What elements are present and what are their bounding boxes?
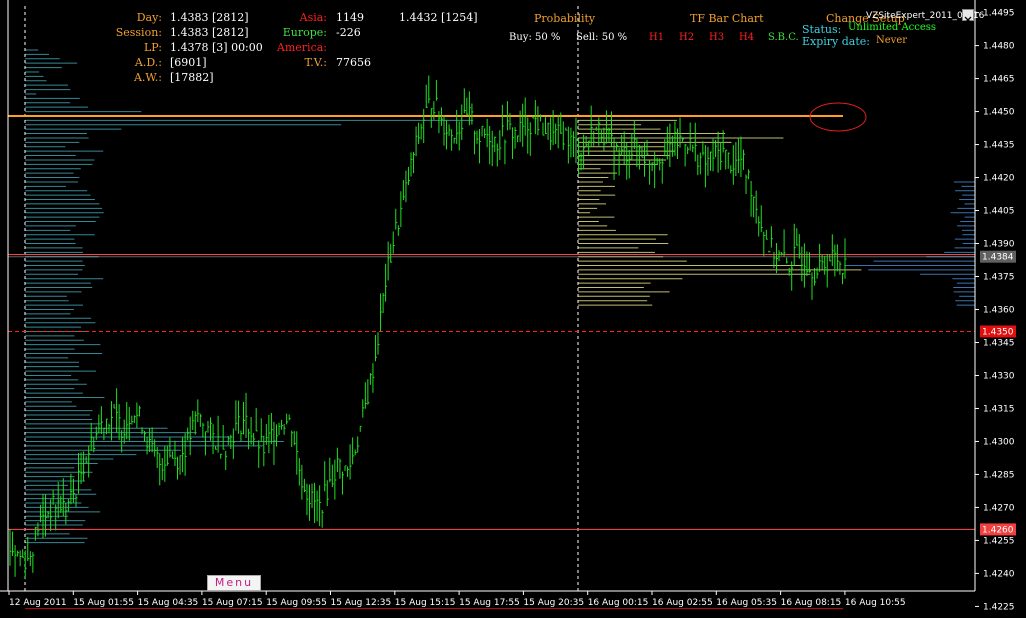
day-label: Day: [136,11,162,24]
lp-label: LP: [143,41,162,54]
current-price-label: 1.4384 [982,253,1014,263]
aw-label: A.W.: [133,71,162,84]
menu-button[interactable]: Menu [207,575,261,591]
price-chart: 1.43501.42601.4384 1.44951.44801.44651.4… [0,0,1016,612]
expiry-value: Never [876,35,908,46]
y-tick-label: 1.4285 [983,470,1015,480]
y-tick-label: 1.4240 [983,569,1015,579]
tf-button-h4[interactable]: H4 [739,31,754,44]
price-axis: 1.4495 1.4480 1.4465 1.4450 1.4435 1.4420 1.44… [0,0,1015,612]
y-tick-label: 1.4360 [983,305,1015,315]
time-axis: 12 Aug 2011 15 Aug 01:55 15 Aug 04:35 15 Au… [8,591,906,608]
probability-title: Probability [534,12,596,25]
y-tick-label: 1.4255 [983,536,1015,546]
y-tick-label: 1.4315 [983,404,1015,414]
asia-label: Asia: [299,11,327,24]
session-value: 1.4383 [2812] [170,26,249,39]
y-tick-label: 1.4450 [983,108,1015,118]
y-tick-label: 1.4390 [983,240,1015,250]
x-tick-label: 15 Aug 12:35 [331,598,392,608]
x-tick-label: 15 Aug 07:15 [202,598,263,608]
highlight-ellipse [809,102,867,132]
y-tick-label: 1.4300 [983,437,1015,447]
price-levels: 1.4350 1.4260 1.4384 [8,114,1016,610]
europe-label: Europe: [282,26,327,39]
x-tick-label: 15 Aug 20:35 [523,598,584,608]
x-tick-label: 15 Aug 01:55 [73,598,134,608]
y-tick-label: 1.4465 [983,75,1015,85]
ad-value: [6901] [170,56,207,69]
y-tick-label: 1.4375 [983,273,1015,283]
chart-window: 1.4350 1.4260 1.4384 1.4495 1.4480 1.4465 1.4… [0,0,1026,614]
y-tick-label: 1.4345 [983,338,1015,348]
x-tick-label: 16 Aug 08:15 [781,598,842,608]
buy-probability: Buy: 50 % [509,32,561,43]
y-tick-label: 1.4405 [983,207,1015,217]
europe-value: -226 [336,26,361,39]
ad-label: A.D.: [134,56,162,69]
session-separators [24,6,579,591]
america-label: America: [276,41,327,54]
y-tick-label: 1.4270 [983,503,1015,513]
price-level-label: 1.4260 [982,525,1014,535]
volume-profiles [25,49,975,544]
tf-button-sbc[interactable]: S.B.C. [768,31,799,44]
y-tick-label: 1.4480 [983,42,1015,52]
x-tick-label: 15 Aug 17:55 [459,598,520,608]
close-icon[interactable] [962,9,974,24]
sell-probability: Sell: 50 % [576,32,628,43]
price-level-label: 1.4350 [982,327,1014,337]
tf-button-h1[interactable]: H1 [649,31,664,44]
x-tick-label: 15 Aug 15:15 [395,598,456,608]
tf-button-h3[interactable]: H3 [709,31,724,44]
x-tick-label: 15 Aug 04:35 [138,598,199,608]
tf-button-h2[interactable]: H2 [679,31,694,44]
y-tick-label: 1.4435 [983,141,1015,151]
aw-value: [17882] [170,71,214,84]
x-tick-label: 12 Aug 2011 [9,598,67,608]
y-tick-label: 1.4495 [983,9,1015,19]
x-tick-label: 15 Aug 09:55 [266,598,327,608]
day-value: 1.4383 [2812] [170,11,249,24]
asia-value: 1149 [336,11,364,24]
y-tick-label: 1.4330 [983,371,1015,381]
x-tick-label: 16 Aug 00:15 [588,598,649,608]
tf-bar-chart-title: TF Bar Chart [690,12,764,25]
x-tick-label: 16 Aug 02:55 [652,598,713,608]
y-tick-label: 1.4420 [983,174,1015,184]
tv-value: 77656 [336,56,371,69]
expiry-label: Expiry date: [802,35,870,48]
status-value: Unlimited Access [848,22,937,33]
lp-value: 1.4378 [3] 00:00 [170,41,263,54]
asia-extra: 1.4432 [1254] [399,11,478,24]
y-tick-label: 1.4225 [983,602,1015,612]
x-tick-label: 16 Aug 05:35 [716,598,777,608]
x-tick-label: 16 Aug 10:55 [845,598,906,608]
session-label: Session: [115,26,162,39]
tv-label: T.V.: [304,56,327,69]
price-bars [9,75,847,580]
